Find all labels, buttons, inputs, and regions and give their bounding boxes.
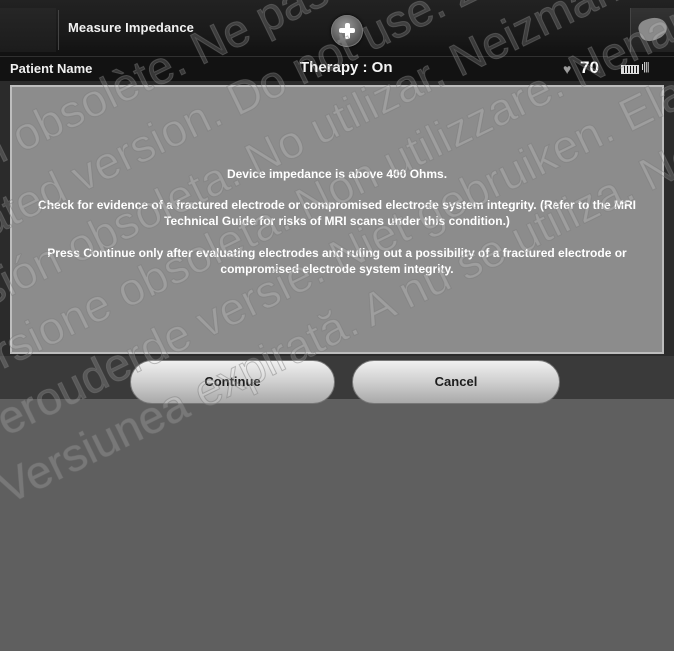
continue-instructions-text: Press Continue only after evaluating ele… (47, 246, 627, 276)
heart-rate-value: 70 (580, 58, 599, 77)
battery-icon (621, 65, 639, 74)
electrode-check-text: Check for evidence of a fractured electr… (38, 198, 636, 228)
heart-icon: ♥ (563, 61, 572, 77)
impedance-warning-text: Device impedance is above 400 Ohms. (226, 167, 448, 181)
tab-divider (58, 10, 59, 50)
back-tab[interactable] (0, 8, 56, 52)
plus-icon[interactable] (331, 15, 363, 47)
continue-button[interactable]: Continue (130, 360, 335, 404)
status-bar: Patient Name Therapy : On ♥ 70 ı||| (0, 56, 674, 81)
patient-name-label: Patient Name (10, 61, 93, 76)
button-bar (0, 356, 674, 399)
window-title: Measure Impedance (68, 20, 194, 35)
title-bar: Measure Impedance (0, 0, 674, 56)
cancel-button[interactable]: Cancel (352, 360, 560, 404)
hand-icon (636, 14, 670, 44)
therapy-status: Therapy : On (300, 59, 393, 76)
signal-icon: ı||| (641, 61, 650, 73)
menu-button[interactable] (630, 8, 674, 52)
